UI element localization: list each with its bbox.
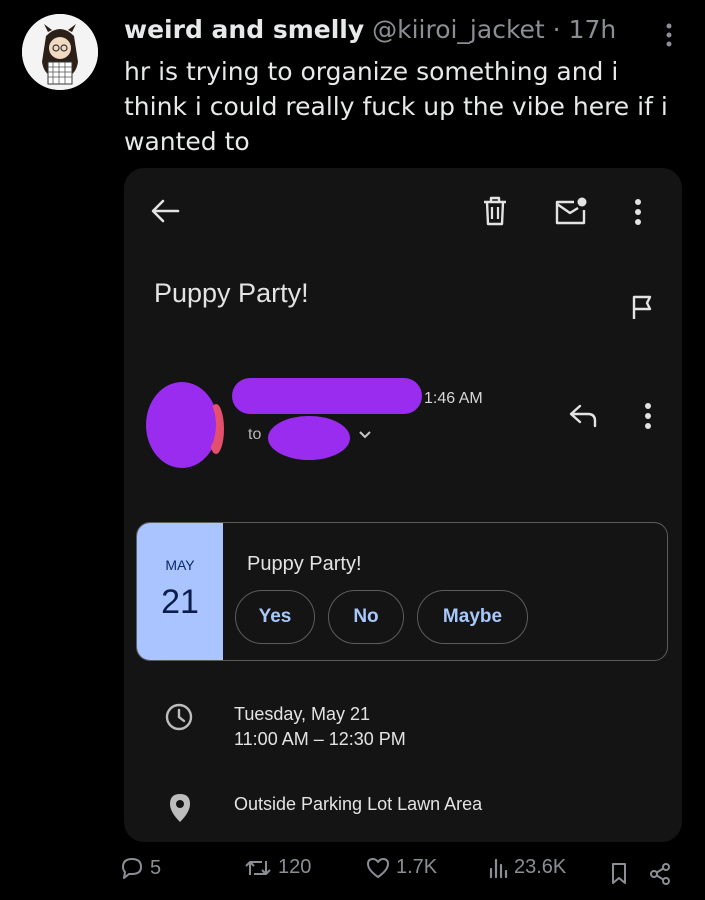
tweet-header: weird and smelly @kiiroi_jacket · 17h: [124, 14, 684, 46]
reply-icon: [569, 404, 597, 428]
chevron-down-icon: [359, 431, 371, 439]
rsvp-maybe-button[interactable]: Maybe: [417, 590, 528, 644]
repost-count: 120: [278, 856, 312, 878]
calendar-invite: MAY 21 Puppy Party! Yes No Maybe: [136, 522, 668, 661]
heart-icon: [367, 857, 389, 878]
event-location: Outside Parking Lot Lawn Area: [234, 794, 483, 814]
message-more-icon: [645, 403, 651, 429]
trash-icon: [484, 196, 506, 226]
tweet-more-icon[interactable]: [665, 22, 673, 48]
repost-icon: [245, 860, 271, 875]
email-subject: Puppy Party!: [154, 278, 309, 308]
reply-count: 5: [150, 856, 162, 879]
avatar-drawing-icon: [22, 14, 98, 90]
like-button[interactable]: 1.7K: [366, 856, 437, 879]
tweet-actions: 5 120 1.7K 23.6K: [0, 856, 705, 892]
tweet-text: hr is trying to organize something and i…: [124, 57, 668, 156]
views-count: 23.6K: [514, 856, 567, 878]
clock-icon: [165, 703, 193, 731]
author-name[interactable]: weird and smelly: [124, 15, 364, 44]
attached-image[interactable]: Puppy Party! 1:46 AM to MAY 21 Puppy Par…: [124, 168, 682, 842]
recipients-label: to: [248, 426, 262, 443]
email-sent-time: 1:46 AM: [424, 390, 483, 407]
redacted-recipients: [268, 416, 350, 460]
header-separator: ·: [552, 15, 561, 44]
invite-day: 21: [161, 583, 199, 621]
location-pin-icon: [170, 794, 190, 822]
views-button[interactable]: 23.6K: [488, 856, 566, 879]
bookmark-icon[interactable]: [610, 862, 628, 886]
back-arrow-icon: [151, 199, 180, 223]
invite-date: MAY 21: [137, 523, 223, 660]
mark-unread-icon: [555, 197, 587, 225]
repost-button[interactable]: 120: [244, 856, 311, 879]
rsvp-yes-button[interactable]: Yes: [235, 590, 315, 644]
flag-icon: [632, 295, 652, 319]
redacted-sender-name-tail: [374, 386, 418, 414]
redacted-avatar-overlay: [150, 384, 216, 466]
comment-icon: [122, 858, 142, 879]
more-vert-icon: [635, 199, 641, 225]
invite-month: MAY: [165, 557, 195, 573]
event-date: Tuesday, May 21: [234, 704, 371, 724]
event-time: 11:00 AM – 12:30 PM: [234, 729, 406, 749]
author-avatar[interactable]: [22, 14, 98, 90]
author-handle[interactable]: @kiiroi_jacket: [372, 15, 545, 44]
share-icon[interactable]: [648, 862, 672, 886]
rsvp-no-button[interactable]: No: [328, 590, 404, 644]
reply-button[interactable]: 5: [120, 856, 161, 880]
tweet-timestamp[interactable]: 17h: [569, 15, 617, 44]
like-count: 1.7K: [396, 856, 438, 878]
views-chart-icon: [489, 858, 508, 878]
invite-title: Puppy Party!: [247, 553, 362, 575]
